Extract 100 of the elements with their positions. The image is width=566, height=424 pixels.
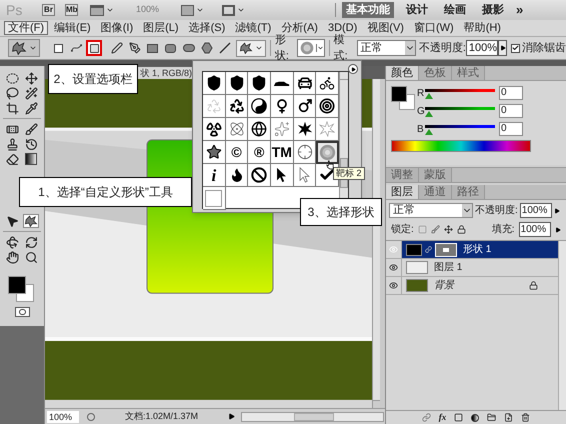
tool-button[interactable]	[5, 214, 20, 228]
mask-icon[interactable]	[454, 413, 464, 422]
shape-option[interactable]: ©	[226, 141, 248, 164]
color-swatches[interactable]	[8, 276, 34, 302]
tool-button[interactable]	[24, 122, 39, 136]
panel-tab[interactable]: 色板	[419, 66, 452, 80]
tool-button[interactable]	[24, 235, 39, 249]
shape-option[interactable]	[203, 118, 226, 141]
opacity-field[interactable]: 100%	[520, 203, 552, 218]
horizontal-scrollbar[interactable]	[241, 412, 384, 422]
shape-option[interactable]	[226, 118, 248, 141]
shape-option[interactable]: TM	[271, 141, 294, 164]
workspace-button[interactable]: 摄影	[478, 2, 508, 18]
adjustment-icon[interactable]	[471, 414, 480, 422]
shape-option[interactable]	[271, 72, 294, 95]
shape-option[interactable]	[226, 95, 248, 118]
shape-option[interactable]	[316, 95, 340, 118]
tool-preset-picker[interactable]	[8, 39, 40, 57]
brush-icon[interactable]	[430, 225, 440, 234]
folder-icon[interactable]	[487, 413, 496, 422]
tool-button[interactable]	[5, 71, 20, 85]
shape-option[interactable]: ®	[248, 141, 272, 164]
visibility-eye-icon[interactable]	[389, 263, 398, 272]
panel-tab[interactable]: 调整	[386, 168, 419, 182]
shape-option[interactable]	[226, 72, 248, 95]
more-workspaces[interactable]: »	[516, 0, 524, 20]
shape-picker-button[interactable]	[296, 39, 325, 57]
menu-item[interactable]: 编辑(E)	[50, 21, 95, 35]
tool-button[interactable]	[23, 214, 39, 228]
tool-button[interactable]	[5, 235, 20, 249]
shape-option[interactable]	[248, 95, 272, 118]
effects-button[interactable]: fx	[438, 410, 446, 424]
antialias-checkbox[interactable]	[510, 44, 520, 52]
shape-option[interactable]	[203, 141, 226, 164]
layer-row[interactable]: 背景	[386, 277, 558, 295]
launch-button[interactable]: Mb	[65, 4, 78, 16]
custom-shape-tool[interactable]	[236, 40, 266, 56]
menu-item[interactable]: 视图(V)	[363, 21, 408, 35]
shape-option[interactable]	[316, 72, 340, 95]
opacity-field[interactable]: 100%	[466, 40, 498, 56]
panel-tab[interactable]: 颜色	[386, 66, 419, 80]
shape-option[interactable]	[248, 118, 272, 141]
zoom-field[interactable]: 100%	[47, 410, 79, 422]
menu-item[interactable]: 帮助(H)	[460, 21, 505, 35]
channel-slider[interactable]	[425, 87, 495, 99]
lock-icon[interactable]	[456, 225, 466, 234]
shape-option[interactable]: i	[203, 164, 226, 187]
trash-icon[interactable]	[521, 413, 530, 422]
link-icon[interactable]	[422, 413, 431, 422]
tool-button[interactable]	[5, 137, 20, 151]
tool-button[interactable]	[5, 250, 20, 264]
mode-select[interactable]: 正常	[356, 40, 416, 56]
workspace-button[interactable]: 设计	[402, 2, 432, 18]
panel-tab[interactable]: 通道	[419, 185, 452, 199]
tool-button[interactable]	[24, 86, 39, 100]
shape-option[interactable]	[203, 72, 226, 95]
shape-option[interactable]	[248, 164, 272, 187]
shape-option[interactable]	[271, 164, 294, 187]
tool-button[interactable]	[24, 250, 39, 264]
menu-item[interactable]: 窗口(W)	[410, 21, 458, 35]
menu-item[interactable]: 文件(F)	[4, 21, 48, 35]
color-spectrum[interactable]	[391, 140, 531, 152]
menu-item[interactable]: 选择(S)	[184, 21, 230, 35]
channel-value-field[interactable]: 0	[499, 122, 523, 136]
layers-scrollbar[interactable]	[558, 241, 566, 410]
tool-button[interactable]	[5, 86, 20, 100]
menu-item[interactable]: 图层(L)	[139, 21, 183, 35]
shape-option[interactable]	[226, 164, 248, 187]
triangle-icon[interactable]	[554, 208, 560, 214]
slider-thumb[interactable]	[425, 93, 433, 99]
triangle-icon[interactable]	[554, 226, 561, 232]
opacity-slider-button[interactable]	[498, 40, 507, 56]
move-icon[interactable]	[444, 225, 453, 234]
tool-button[interactable]	[5, 101, 20, 115]
launch-button[interactable]: Br	[42, 4, 55, 16]
tool-button[interactable]	[24, 152, 39, 166]
panel-tab[interactable]: 路径	[452, 185, 485, 199]
shape-option[interactable]	[294, 72, 316, 95]
vertical-scrollbar[interactable]	[372, 79, 380, 408]
shape-option[interactable]	[294, 95, 316, 118]
shape-option[interactable]	[271, 95, 294, 118]
visibility-eye-icon[interactable]	[389, 281, 398, 290]
tool-button[interactable]	[24, 101, 39, 115]
workspace-button[interactable]: 基本功能	[342, 2, 394, 18]
panel-tab[interactable]: 图层	[386, 185, 419, 199]
menu-item[interactable]: 3D(D)	[324, 21, 362, 35]
blend-mode-select[interactable]: 正常	[389, 203, 473, 218]
layer-row[interactable]: 图层 1	[386, 259, 558, 277]
shape-option[interactable]	[294, 118, 316, 141]
menu-item[interactable]: 图像(I)	[96, 21, 138, 35]
channel-value-field[interactable]: 0	[499, 104, 523, 118]
shape-option[interactable]	[294, 141, 316, 164]
triangle-icon[interactable]	[228, 413, 236, 420]
quick-mask-button[interactable]	[14, 307, 30, 317]
mode-button[interactable]	[86, 40, 102, 56]
channel-slider[interactable]	[425, 105, 495, 117]
picker-menu-button[interactable]	[348, 64, 358, 74]
slider-thumb[interactable]	[425, 111, 433, 117]
menu-item[interactable]: 滤镜(T)	[231, 21, 276, 35]
tool-button[interactable]	[5, 152, 20, 166]
